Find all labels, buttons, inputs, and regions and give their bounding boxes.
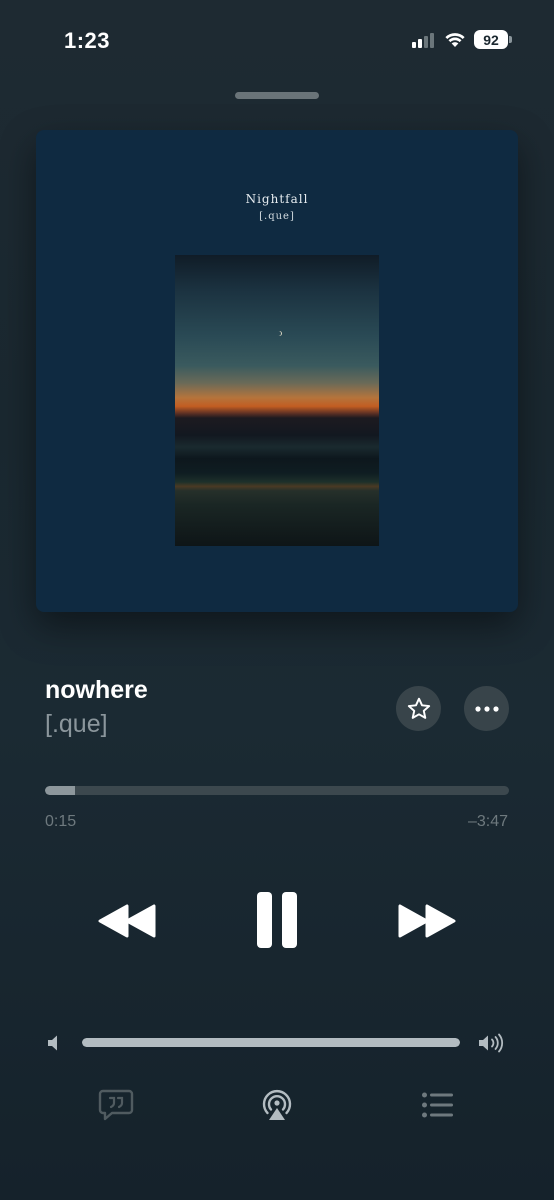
battery-indicator: 92 (474, 30, 512, 49)
fast-forward-icon (398, 904, 456, 938)
lyrics-icon (98, 1089, 134, 1121)
sheet-grabber[interactable] (235, 92, 319, 99)
artwork-artist: [.que] (259, 211, 295, 222)
fast-forward-button[interactable] (396, 898, 458, 944)
speaker-high-icon (479, 1033, 503, 1053)
artwork-title: Nightfall (245, 192, 309, 206)
playback-progress-fill (45, 786, 76, 795)
queue-button[interactable] (421, 1092, 455, 1123)
elapsed-time: 0:15 (45, 813, 77, 830)
track-artist[interactable]: [.que] (45, 710, 108, 739)
rewind-icon (98, 904, 156, 938)
star-icon (407, 697, 430, 719)
battery-cap (509, 36, 512, 43)
wifi-icon (445, 33, 465, 47)
speaker-low-icon (48, 1035, 57, 1051)
artwork-photo (175, 255, 379, 546)
cellular-signal-icon (412, 32, 434, 48)
playback-scrubber[interactable] (45, 786, 509, 795)
pause-button[interactable] (250, 890, 304, 950)
airplay-icon (262, 1090, 292, 1120)
status-icons: 92 (412, 30, 512, 49)
remaining-time: –3:47 (467, 813, 508, 830)
album-artwork: Nightfall [.que] (36, 130, 518, 612)
rewind-button[interactable] (96, 898, 158, 944)
volume-slider[interactable] (82, 1038, 460, 1047)
volume-max (477, 1031, 507, 1060)
status-time: 1:23 (64, 28, 111, 53)
favorite-button[interactable] (396, 686, 441, 731)
pause-icon (257, 892, 297, 948)
ellipsis-icon (474, 705, 499, 712)
moon-icon (276, 331, 281, 336)
lyrics-button[interactable] (98, 1088, 134, 1127)
volume-min (44, 1033, 62, 1058)
airplay-button[interactable] (259, 1088, 295, 1129)
track-title: nowhere (45, 676, 148, 704)
volume-fill (82, 1038, 460, 1047)
battery-level: 92 (474, 30, 508, 49)
more-options-button[interactable] (464, 686, 509, 731)
queue-list-icon (422, 1092, 453, 1118)
